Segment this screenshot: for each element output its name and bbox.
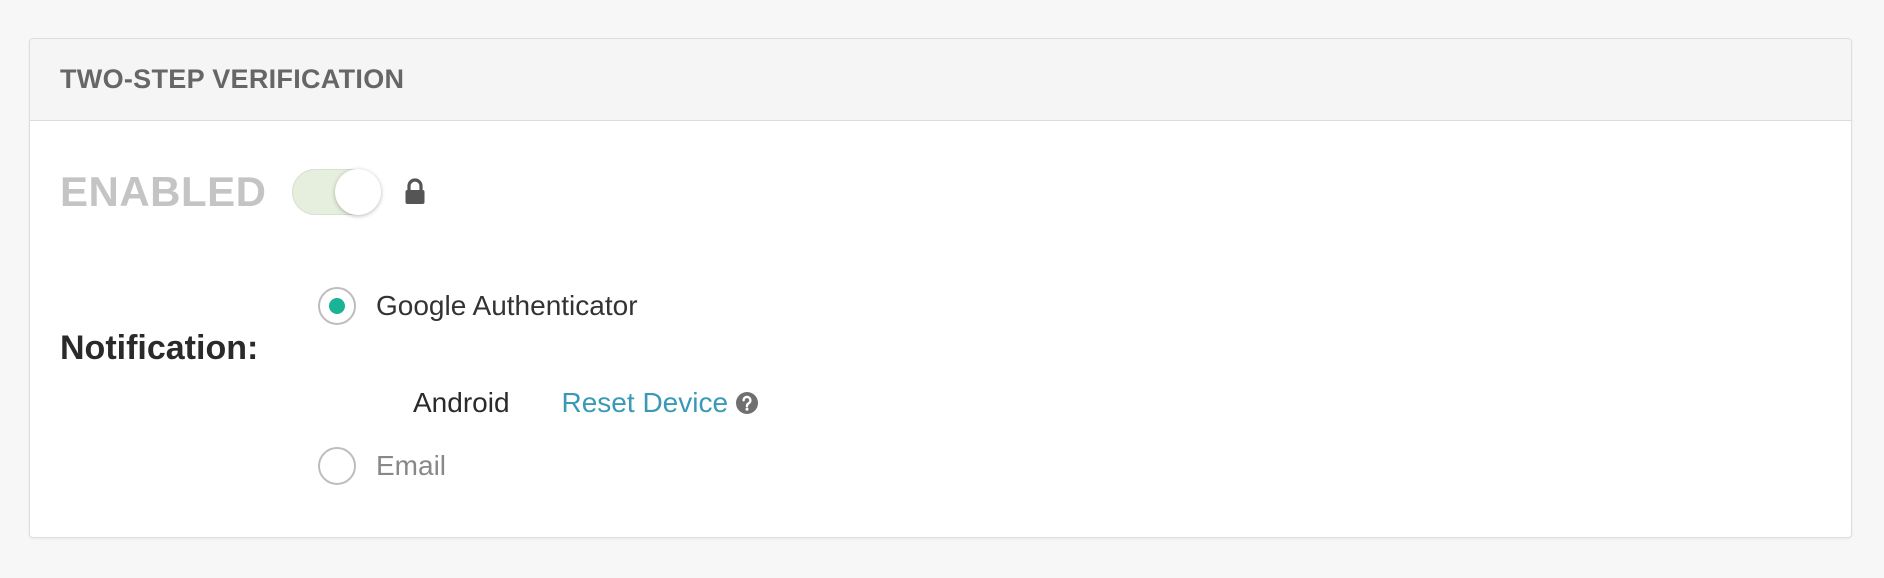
option-email[interactable]: Email: [318, 447, 446, 485]
device-name: Android: [413, 387, 510, 418]
toggle-knob[interactable]: [334, 169, 381, 215]
option-google-authenticator[interactable]: Google Authenticator: [318, 287, 638, 325]
panel-title: TWO-STEP VERIFICATION: [60, 64, 405, 94]
email-radio[interactable]: [318, 447, 356, 485]
two-step-toggle[interactable]: [291, 169, 381, 215]
device-row: Android Reset Device: [413, 387, 759, 419]
notification-label: Notification:: [60, 329, 259, 367]
lock-icon: [404, 178, 426, 206]
status-label: ENABLED: [60, 168, 267, 215]
question-circle-icon[interactable]: [735, 391, 759, 415]
google-authenticator-radio[interactable]: [318, 287, 356, 325]
status-row: ENABLED: [60, 157, 426, 227]
email-label[interactable]: Email: [376, 450, 446, 482]
google-authenticator-label[interactable]: Google Authenticator: [376, 290, 638, 322]
reset-device-link[interactable]: Reset Device: [562, 387, 729, 419]
panel-header: TWO-STEP VERIFICATION: [30, 39, 1851, 121]
two-step-verification-panel: TWO-STEP VERIFICATION ENABLED Notificati…: [29, 38, 1852, 538]
